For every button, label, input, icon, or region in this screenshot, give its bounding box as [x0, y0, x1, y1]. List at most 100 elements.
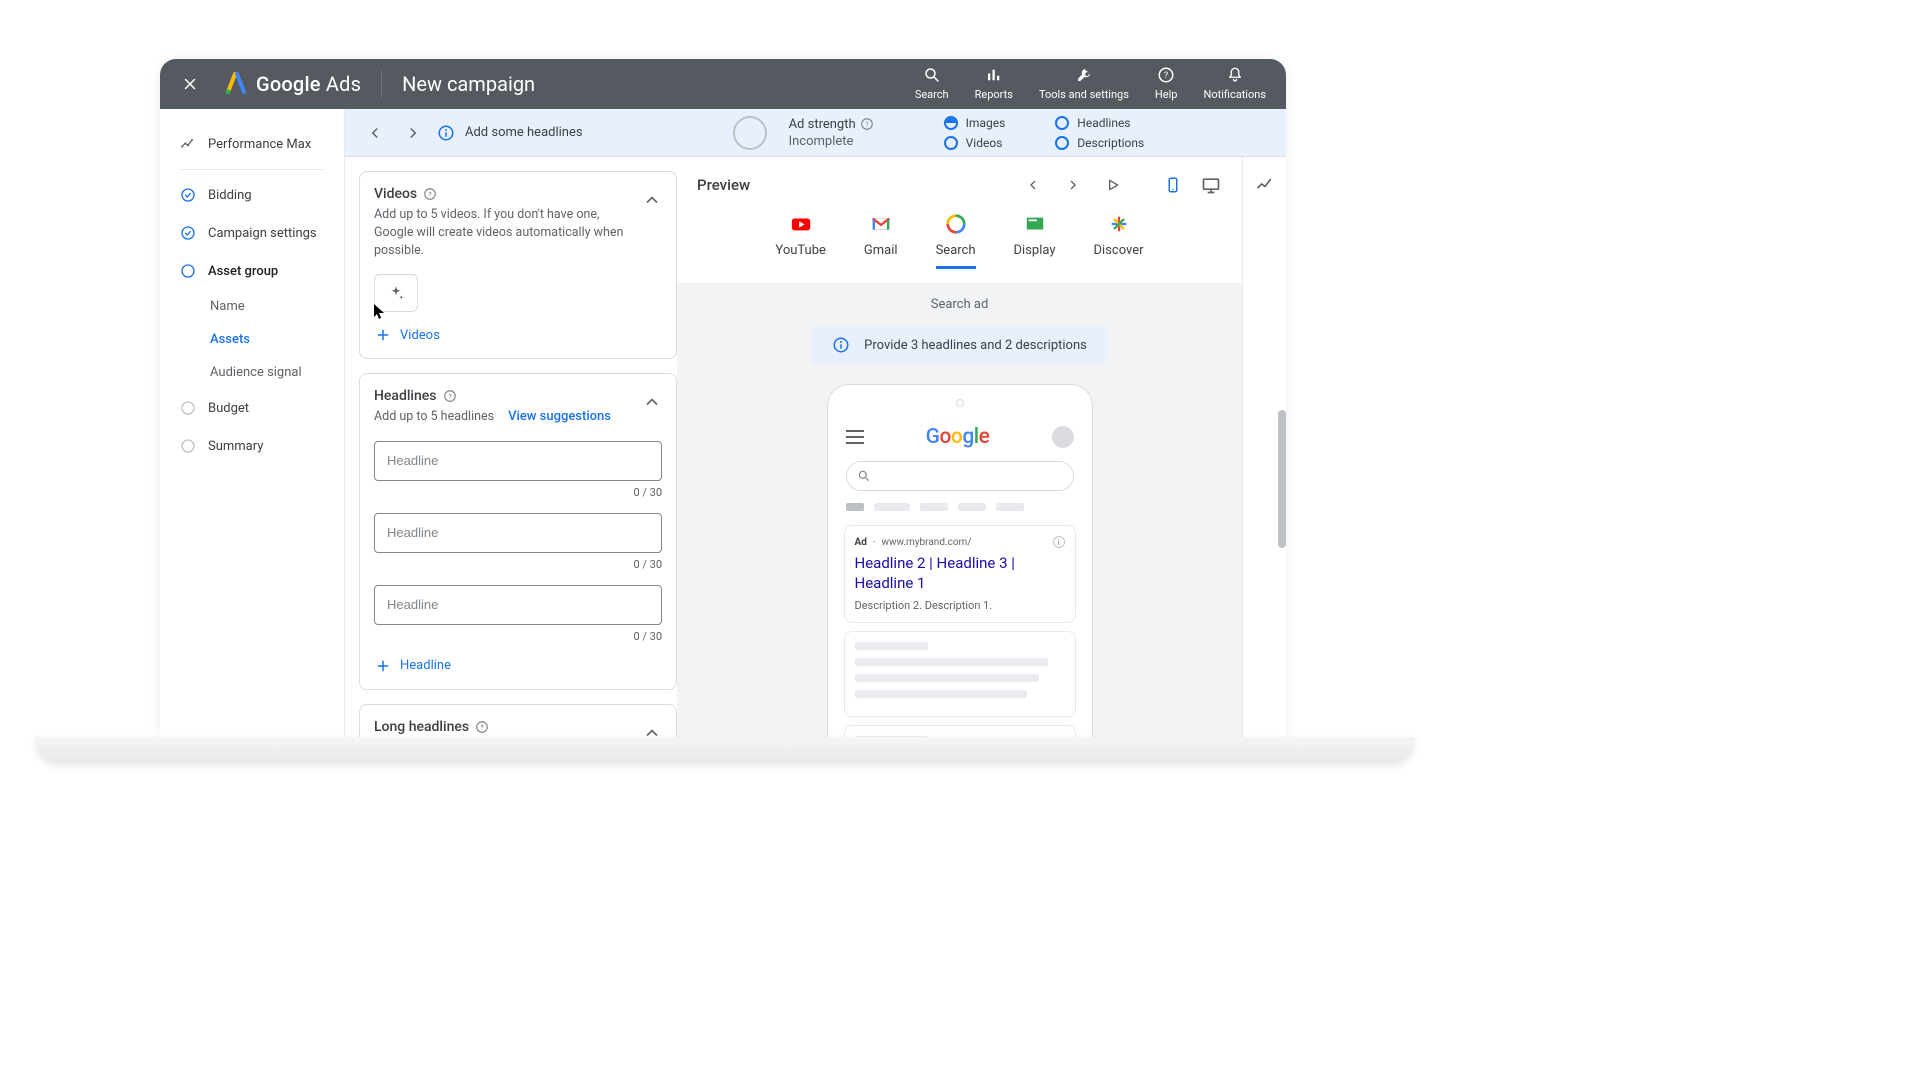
campaign-steps-sidebar: Performance Max Bidding Campaign setting…: [160, 109, 345, 737]
check-images-label: Images: [966, 116, 1006, 130]
scrollbar-thumb[interactable]: [1278, 410, 1286, 548]
topbar-reports[interactable]: Reports: [975, 66, 1013, 101]
hint-next-button[interactable]: [399, 119, 427, 147]
sidebar-item-summary[interactable]: Summary: [160, 427, 344, 465]
help-icon[interactable]: ?: [475, 720, 489, 734]
mock-ad-card: Ad · www.mybrand.com/ i Headline 2 | Hea…: [844, 525, 1076, 623]
help-icon[interactable]: ?: [423, 187, 437, 201]
chevron-left-icon: [366, 124, 384, 142]
phone-camera-dot: [956, 399, 964, 407]
ad-url: www.mybrand.com/: [881, 537, 971, 548]
reports-icon: [985, 66, 1003, 84]
mobile-toggle[interactable]: [1162, 174, 1184, 196]
chevron-up-icon[interactable]: [642, 392, 662, 412]
info-icon: [437, 124, 455, 142]
pill-active: [846, 503, 864, 511]
sidebar-item-campaign-settings[interactable]: Campaign settings: [160, 214, 344, 252]
pill: [996, 503, 1024, 511]
tab-gmail-label: Gmail: [864, 243, 898, 258]
help-icon[interactable]: ?: [860, 117, 874, 131]
search-icon: [857, 469, 871, 483]
sidebar-item-bidding[interactable]: Bidding: [160, 176, 344, 214]
topbar-reports-label: Reports: [975, 88, 1013, 101]
sidebar-sub-audience[interactable]: Audience signal: [160, 356, 344, 389]
add-videos-label: Videos: [400, 328, 440, 343]
check-headlines: Headlines: [1055, 116, 1144, 130]
topbar-actions: Search Reports Tools and settings ? Help…: [915, 66, 1266, 101]
tab-search[interactable]: Search: [936, 213, 976, 269]
check-videos: Videos: [944, 136, 1006, 150]
tab-display[interactable]: Display: [1014, 213, 1056, 269]
preview-panel: Preview: [677, 157, 1242, 737]
preview-next-button[interactable]: [1062, 174, 1084, 196]
tab-youtube[interactable]: YouTube: [775, 213, 826, 269]
plus-icon: [374, 657, 392, 675]
tab-discover-label: Discover: [1094, 243, 1144, 258]
headline-input-2[interactable]: [374, 513, 662, 553]
sidebar-item-performance-max[interactable]: Performance Max: [160, 125, 344, 163]
svg-text:?: ?: [865, 120, 868, 128]
sidebar-sub-name[interactable]: Name: [160, 290, 344, 323]
hint-prev-button[interactable]: [361, 119, 389, 147]
sidebar-item-budget[interactable]: Budget: [160, 389, 344, 427]
pill: [920, 503, 948, 511]
sparkline-icon: [180, 136, 196, 152]
help-icon[interactable]: ?: [443, 389, 457, 403]
progress-empty-icon: [944, 136, 958, 150]
mock-tabs-row: [836, 495, 1084, 519]
headline-input-1[interactable]: [374, 441, 662, 481]
chevron-up-icon[interactable]: [642, 190, 662, 210]
plus-icon: [374, 326, 392, 344]
insights-button[interactable]: [1254, 173, 1276, 195]
sidebar-label-campaign-type: Performance Max: [208, 137, 311, 152]
sidebar-label-budget: Budget: [208, 401, 249, 416]
preview-play-button[interactable]: [1102, 174, 1124, 196]
display-icon: [1024, 213, 1046, 235]
chevron-left-icon: [1025, 177, 1041, 193]
tab-display-label: Display: [1014, 243, 1056, 258]
check-videos-label: Videos: [966, 136, 1003, 150]
tab-youtube-label: YouTube: [775, 243, 826, 258]
close-button[interactable]: [180, 74, 200, 94]
topbar-help[interactable]: ? Help: [1155, 66, 1178, 101]
vertical-divider: [381, 70, 382, 98]
headlines-card: Headlines ? Add up to 5 headlines View s…: [359, 373, 677, 689]
tab-gmail[interactable]: Gmail: [864, 213, 898, 269]
search-icon: [923, 66, 941, 84]
phone-mockup: Google: [827, 384, 1093, 737]
topbar-tools[interactable]: Tools and settings: [1039, 66, 1129, 101]
topbar-notifications[interactable]: Notifications: [1203, 66, 1266, 101]
mock-search-bar: [846, 461, 1074, 491]
sidebar-item-asset-group[interactable]: Asset group: [160, 252, 344, 290]
videos-title: Videos: [374, 186, 417, 202]
svg-text:?: ?: [1164, 71, 1168, 81]
check-descriptions: Descriptions: [1055, 136, 1144, 150]
svg-text:?: ?: [481, 723, 484, 731]
strength-hint: Add some headlines: [465, 125, 583, 140]
ad-info-icon: i: [1053, 536, 1065, 548]
sidebar-sub-assets[interactable]: Assets: [160, 323, 344, 356]
view-suggestions-link[interactable]: View suggestions: [508, 409, 611, 424]
chevron-right-icon: [1065, 177, 1081, 193]
cursor-pointer: [374, 304, 386, 320]
insights-rail: [1242, 157, 1286, 737]
topbar-search[interactable]: Search: [915, 66, 949, 101]
desktop-toggle[interactable]: [1200, 174, 1222, 196]
headlines-hint: Add up to 5 headlines: [374, 408, 494, 426]
discover-icon: [1108, 213, 1130, 235]
headline-input-3[interactable]: [374, 585, 662, 625]
preview-prev-button[interactable]: [1022, 174, 1044, 196]
add-videos-button[interactable]: Videos: [374, 326, 662, 344]
google-g-icon: [945, 213, 967, 235]
svg-text:?: ?: [429, 190, 432, 198]
add-headline-label: Headline: [400, 658, 451, 673]
gmail-icon: [870, 213, 892, 235]
tab-discover[interactable]: Discover: [1094, 213, 1144, 269]
progress-empty-icon: [1055, 116, 1069, 130]
topbar-notifications-label: Notifications: [1203, 88, 1266, 101]
youtube-icon: [790, 213, 812, 235]
brand-name-bold: Google: [256, 72, 321, 96]
chevron-up-icon[interactable]: [642, 723, 662, 738]
empty-circle-icon: [180, 400, 196, 416]
add-headline-button[interactable]: Headline: [374, 657, 662, 675]
